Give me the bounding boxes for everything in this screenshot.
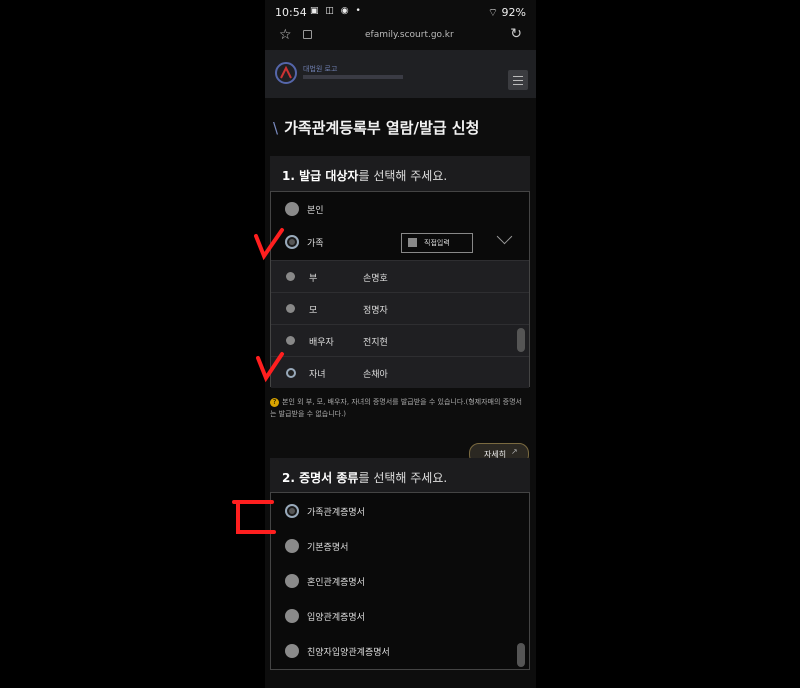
radio-certificate[interactable]: 입양관계증명서 <box>271 599 529 633</box>
direct-input-button[interactable]: 직접입력 <box>401 233 473 253</box>
battery-level: 92% <box>501 6 526 19</box>
family-member-row[interactable]: 부 손명호 <box>271 260 529 292</box>
scrollbar[interactable] <box>517 328 525 352</box>
court-logo-icon[interactable] <box>273 60 299 86</box>
red-bracket-annotation <box>232 500 276 534</box>
red-check-annotation <box>256 352 284 383</box>
member-name: 정명자 <box>363 306 388 316</box>
radio-certificate[interactable]: 혼인관계증명서 <box>271 564 529 598</box>
relation: 자녀 <box>309 370 326 380</box>
section1-heading: 1. 발급 대상자를 선택해 주세요. <box>270 156 530 192</box>
relation: 부 <box>309 274 318 284</box>
radio-self[interactable]: 본인 <box>271 192 529 226</box>
radio-button[interactable] <box>285 539 299 553</box>
radio-button[interactable] <box>285 609 299 623</box>
relation: 배우자 <box>309 338 334 348</box>
radio-label: 기본증명서 <box>307 543 349 553</box>
section1-heading-bold: 1. 발급 대상자 <box>282 169 359 183</box>
phone-screen: 10:54 ▣ ◫ ◉ • ⌔ 92% ☆ efamily.scourt.go.… <box>265 0 536 688</box>
site-logo-text: 대법원 로고 <box>303 65 338 73</box>
radio-label: 가족관계증명서 <box>307 508 365 518</box>
member-name: 전지현 <box>363 338 388 348</box>
radio-button[interactable] <box>286 272 295 281</box>
section2-heading: 2. 증명서 종류를 선택해 주세요. <box>270 458 530 494</box>
radio-button[interactable] <box>285 574 299 588</box>
radio-certificate[interactable]: 가족관계증명서 <box>271 494 529 528</box>
radio-certificate[interactable]: 친양자입양관계증명서 <box>271 634 529 668</box>
certificate-select-box: 가족관계증명서 기본증명서 혼인관계증명서 입양관계증명서 친양자입양관계증명서 <box>270 492 530 670</box>
family-member-row[interactable]: 자녀 손채아 <box>271 356 529 388</box>
notice-text: ? 본인 외 부, 모, 배우자, 자녀의 증명서를 발급받을 수 있습니다.(형… <box>270 398 522 418</box>
site-logo-subtext <box>303 75 403 79</box>
target-select-box: 본인 가족 직접입력 부 손명호 모 정명자 배우자 전지현 자녀 손채아 <box>270 191 530 388</box>
title-bullet-icon: \ <box>273 119 279 137</box>
lock-icon <box>303 30 312 39</box>
radio-certificate[interactable]: 기본증명서 <box>271 529 529 563</box>
radio-button[interactable] <box>286 304 295 313</box>
notification-icons: ▣ ◫ ◉ • <box>310 6 363 16</box>
radio-button[interactable] <box>286 336 295 345</box>
scrollbar[interactable] <box>517 643 525 667</box>
reload-icon[interactable]: ↻ <box>510 26 522 42</box>
radio-label: 본인 <box>307 206 324 216</box>
radio-button-selected[interactable] <box>285 504 299 518</box>
section1-heading-rest: 를 선택해 주세요. <box>358 169 448 183</box>
menu-icon[interactable] <box>508 70 528 90</box>
site-header: 대법원 로고 <box>265 50 536 98</box>
status-bar: 10:54 ▣ ◫ ◉ • ⌔ 92% <box>265 0 536 24</box>
red-check-annotation <box>254 228 284 261</box>
member-name: 손명호 <box>363 274 388 284</box>
bookmark-star-icon[interactable]: ☆ <box>279 27 292 43</box>
status-time: 10:54 <box>275 6 307 19</box>
family-member-row[interactable]: 모 정명자 <box>271 292 529 324</box>
radio-button[interactable] <box>285 644 299 658</box>
radio-button[interactable] <box>285 202 299 216</box>
radio-family[interactable]: 가족 직접입력 <box>271 225 529 259</box>
radio-label: 가족 <box>307 239 324 249</box>
chevron-down-icon[interactable] <box>496 228 513 245</box>
section2-heading-rest: 를 선택해 주세요. <box>358 471 448 485</box>
section2-heading-bold: 2. 증명서 종류 <box>282 471 359 485</box>
checkbox-icon <box>408 238 417 247</box>
radio-label: 입양관계증명서 <box>307 613 365 623</box>
family-member-row[interactable]: 배우자 전지현 <box>271 324 529 356</box>
wifi-icon: ⌔ <box>487 6 499 19</box>
member-name: 손채아 <box>363 370 388 380</box>
radio-label: 혼인관계증명서 <box>307 578 365 588</box>
external-link-icon: ↗ <box>511 447 518 456</box>
browser-url-bar[interactable]: ☆ efamily.scourt.go.kr ↻ <box>265 24 536 48</box>
question-icon: ? <box>270 398 279 407</box>
page-title: \ 가족관계등록부 열람/발급 신청 <box>273 119 480 137</box>
status-right: ⌔ 92% <box>488 6 526 20</box>
relation: 모 <box>309 306 318 316</box>
radio-label: 친양자입양관계증명서 <box>307 648 390 658</box>
url-text[interactable]: efamily.scourt.go.kr <box>365 30 454 40</box>
